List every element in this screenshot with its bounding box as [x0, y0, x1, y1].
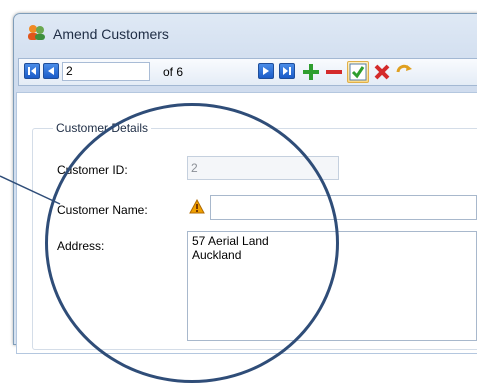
- add-record-button[interactable]: [300, 61, 322, 83]
- customer-id-label: Customer ID:: [57, 163, 128, 177]
- checkmark-icon: [349, 63, 367, 81]
- previous-record-icon: [48, 67, 54, 75]
- customer-details-title: Customer Details: [53, 121, 152, 135]
- last-record-icon: [283, 67, 291, 75]
- current-record-input[interactable]: 2: [62, 62, 150, 81]
- address-textarea[interactable]: 57 Aerial Land Auckland: [187, 231, 477, 341]
- first-record-button[interactable]: [24, 63, 40, 79]
- window-title: Amend Customers: [53, 26, 169, 42]
- next-record-icon: [263, 67, 269, 75]
- next-record-button[interactable]: [258, 63, 274, 79]
- customer-name-input[interactable]: [210, 195, 477, 220]
- address-line-1: 57 Aerial Land: [192, 234, 269, 248]
- customers-app-icon: [28, 25, 45, 40]
- previous-record-button[interactable]: [43, 63, 59, 79]
- address-line-2: Auckland: [192, 248, 242, 262]
- cross-icon: [374, 64, 390, 80]
- refresh-icon: [396, 64, 412, 73]
- plus-icon: [303, 64, 319, 80]
- cancel-edit-button[interactable]: [371, 61, 393, 83]
- customer-name-label: Customer Name:: [57, 203, 148, 217]
- address-label: Address:: [57, 239, 105, 253]
- last-record-button[interactable]: [279, 63, 295, 79]
- customer-id-field: 2: [187, 156, 339, 180]
- post-edit-button[interactable]: [347, 61, 369, 83]
- warning-icon: [189, 199, 205, 214]
- first-record-icon: [28, 67, 36, 75]
- refresh-button[interactable]: [393, 61, 415, 83]
- record-navigator: 2 of 6: [18, 58, 477, 86]
- record-count-label: of 6: [163, 65, 184, 79]
- delete-record-button[interactable]: [323, 61, 345, 83]
- minus-icon: [326, 70, 342, 74]
